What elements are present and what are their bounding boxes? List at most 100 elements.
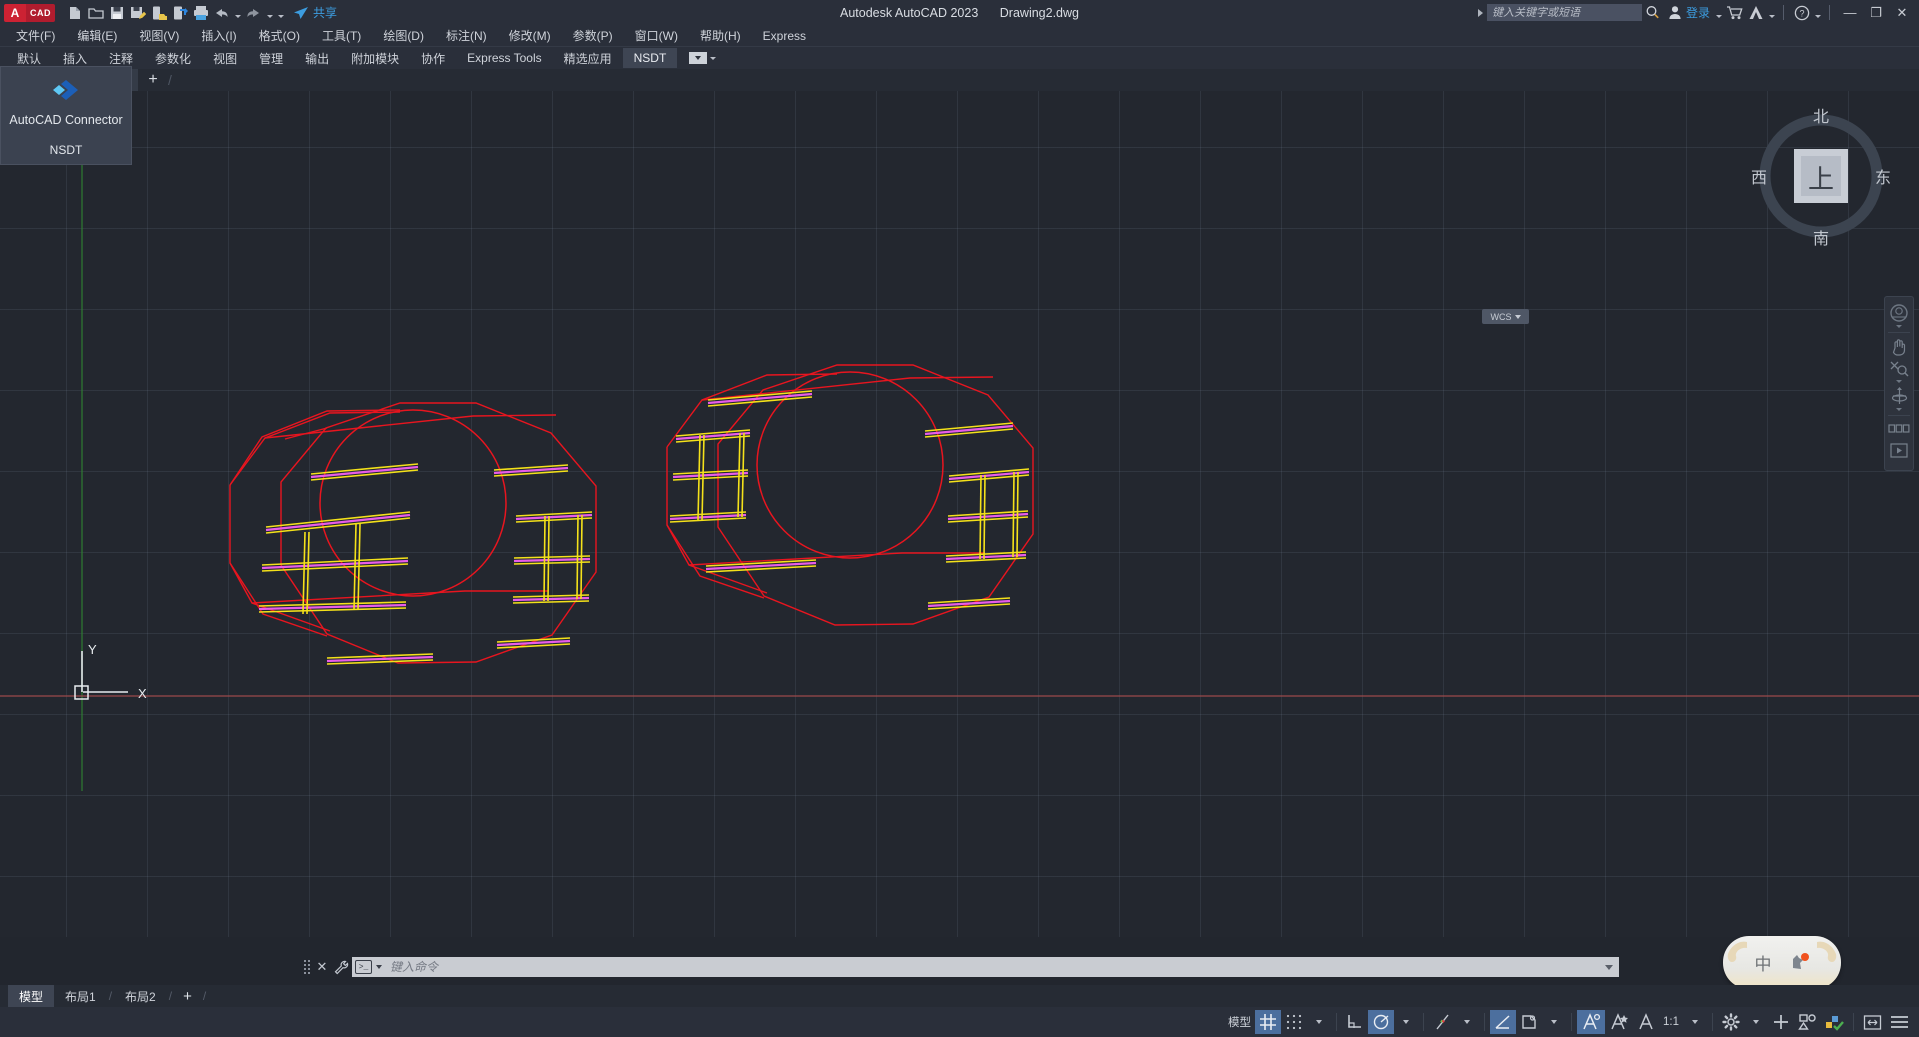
app-dropdown-caret[interactable] <box>1767 3 1776 23</box>
account-dropdown-caret[interactable] <box>1714 3 1723 23</box>
annotation-scale-caret[interactable] <box>1683 1010 1707 1034</box>
object-snap-toggle[interactable] <box>1490 1010 1516 1034</box>
autodesk-store-cart-icon[interactable] <box>1723 0 1745 25</box>
command-line-close-icon[interactable]: ✕ <box>314 957 330 977</box>
autodesk-app-icon[interactable] <box>1745 0 1767 25</box>
save-icon[interactable] <box>107 3 126 23</box>
showmotion-frames-icon[interactable] <box>1886 418 1912 440</box>
isolate-objects-button[interactable] <box>1794 1010 1821 1034</box>
user-account-icon[interactable] <box>1664 0 1686 25</box>
zoom-extents-icon[interactable] <box>1886 357 1912 379</box>
new-file-icon[interactable] <box>65 3 84 23</box>
dynamic-input-dropdown-caret[interactable] <box>1542 1010 1566 1034</box>
command-line-customize-icon[interactable] <box>330 957 352 977</box>
tab-manage[interactable]: 管理 <box>248 47 294 70</box>
customization-plus-button[interactable] <box>1768 1010 1794 1034</box>
redo-dropdown-caret[interactable] <box>265 3 274 23</box>
tab-addins[interactable]: 附加模块 <box>340 47 410 70</box>
hardware-acceleration-button[interactable] <box>1821 1010 1848 1034</box>
menu-parametric[interactable]: 参数(P) <box>562 25 624 46</box>
workspace-dropdown-caret[interactable] <box>1744 1010 1768 1034</box>
close-button[interactable]: ✕ <box>1889 0 1915 25</box>
layout-tab-layout2[interactable]: 布局2 <box>114 985 167 1008</box>
undo-dropdown-caret[interactable] <box>233 3 242 23</box>
fullscreen-button[interactable] <box>1859 1010 1886 1034</box>
minimize-button[interactable]: — <box>1837 0 1863 25</box>
command-scroll-caret-icon[interactable] <box>1605 964 1613 970</box>
osnap-tracking-dropdown-caret[interactable] <box>1455 1010 1479 1034</box>
menu-format[interactable]: 格式(O) <box>248 25 311 46</box>
orbit-icon[interactable] <box>1886 385 1912 407</box>
ucs-selector-dropdown[interactable]: WCS <box>1482 309 1529 324</box>
menu-file[interactable]: 文件(F) <box>5 25 66 46</box>
nsdt-connector-panel[interactable]: AutoCAD Connector NSDT <box>0 66 132 165</box>
model-space-button[interactable]: 模型 <box>1224 1010 1255 1034</box>
tab-output[interactable]: 输出 <box>294 47 340 70</box>
zoom-caret-icon[interactable] <box>1896 380 1902 383</box>
share-button[interactable]: 共享 <box>293 4 337 21</box>
save-to-web-icon[interactable] <box>149 3 168 23</box>
help-icon[interactable]: ? <box>1791 0 1813 25</box>
tab-parametric[interactable]: 参数化 <box>144 47 202 70</box>
menu-help[interactable]: 帮助(H) <box>689 25 752 46</box>
showmotion-play-icon[interactable] <box>1886 440 1912 462</box>
tab-express-tools[interactable]: Express Tools <box>456 48 552 68</box>
object-snap-tracking-toggle[interactable] <box>1429 1010 1455 1034</box>
undo-icon[interactable] <box>212 3 231 23</box>
restore-button[interactable]: ❐ <box>1863 0 1889 25</box>
open-file-icon[interactable] <box>86 3 105 23</box>
orbit-caret-icon[interactable] <box>1896 408 1902 411</box>
menu-insert[interactable]: 插入(I) <box>190 25 247 46</box>
dynamic-input-toggle[interactable] <box>1516 1010 1542 1034</box>
autodesk-logo-icon[interactable]: A <box>4 3 26 22</box>
command-line-drag-handle[interactable] <box>303 959 311 975</box>
tab-featured-apps[interactable]: 精选应用 <box>553 47 623 70</box>
menu-edit[interactable]: 编辑(E) <box>66 25 128 46</box>
navigation-bar[interactable] <box>1884 296 1914 471</box>
autocad-logo-icon[interactable]: CAD <box>26 3 55 22</box>
menu-tools[interactable]: 工具(T) <box>311 25 372 46</box>
workspace-switch-button[interactable] <box>1718 1010 1744 1034</box>
grid-display-toggle[interactable] <box>1255 1010 1281 1034</box>
command-input-area[interactable]: >_ <box>352 957 1619 977</box>
ribbon-state-box-icon[interactable] <box>689 52 708 64</box>
viewcube[interactable]: 上 北 南 西 东 <box>1741 96 1901 256</box>
layout-tab-layout1[interactable]: 布局1 <box>54 985 107 1008</box>
layout-tab-model[interactable]: 模型 <box>8 984 55 1008</box>
menu-window[interactable]: 窗口(W) <box>624 25 689 46</box>
status-bar-menu-button[interactable] <box>1886 1010 1913 1034</box>
ime-floating-bar[interactable]: 中 <box>1723 936 1841 989</box>
drawing-canvas[interactable]: Y X 上 北 南 西 东 WCS <box>0 91 1919 937</box>
steering-wheel-caret-icon[interactable] <box>1896 325 1902 328</box>
menu-view[interactable]: 视图(V) <box>128 25 190 46</box>
new-layout-button[interactable]: + <box>174 988 201 1005</box>
new-drawing-tab-button[interactable]: + <box>138 69 168 91</box>
qat-customize-caret[interactable] <box>276 3 285 23</box>
steering-wheel-icon[interactable] <box>1886 302 1912 324</box>
search-icon[interactable] <box>1642 0 1664 25</box>
tab-view[interactable]: 视图 <box>202 47 248 70</box>
tab-collaborate[interactable]: 协作 <box>410 47 456 70</box>
ortho-mode-toggle[interactable] <box>1342 1010 1368 1034</box>
menu-modify[interactable]: 修改(M) <box>498 25 562 46</box>
annotation-visibility-toggle[interactable] <box>1577 1010 1605 1034</box>
polar-tracking-toggle[interactable] <box>1368 1010 1394 1034</box>
help-dropdown-caret[interactable] <box>1813 3 1822 23</box>
pan-hand-icon[interactable] <box>1886 335 1912 357</box>
snap-dropdown-caret[interactable] <box>1307 1010 1331 1034</box>
polar-dropdown-caret[interactable] <box>1394 1010 1418 1034</box>
menu-draw[interactable]: 绘图(D) <box>372 25 435 46</box>
annotation-scale-value[interactable]: 1:1 <box>1659 1010 1683 1034</box>
menu-dimension[interactable]: 标注(N) <box>435 25 498 46</box>
signin-button[interactable]: 登录 <box>1686 4 1710 21</box>
redo-icon[interactable] <box>244 3 263 23</box>
ime-toolbox-icon[interactable] <box>1788 952 1810 974</box>
plot-icon[interactable] <box>191 3 210 23</box>
ime-mode-label[interactable]: 中 <box>1755 950 1772 975</box>
annotation-scale-icon[interactable] <box>1633 1010 1659 1034</box>
search-input[interactable] <box>1486 4 1642 21</box>
autoscale-toggle[interactable] <box>1605 1010 1633 1034</box>
tab-nsdt[interactable]: NSDT <box>622 48 678 68</box>
command-input[interactable] <box>382 960 1605 974</box>
menu-express[interactable]: Express <box>752 27 817 45</box>
